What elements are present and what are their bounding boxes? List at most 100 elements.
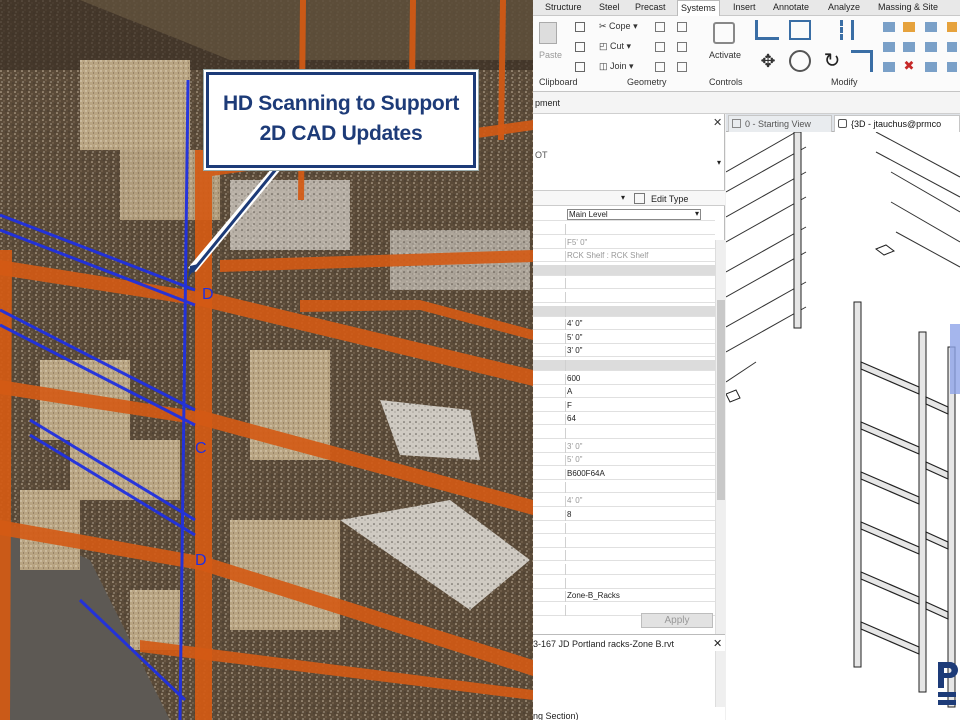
geometry-tool-icon-4[interactable] [677, 22, 687, 32]
copy-element-icon[interactable] [789, 50, 811, 72]
property-value: RCK Shelf : RCK Shelf [567, 251, 649, 261]
property-label-cell [533, 278, 566, 290]
view-tool-icon[interactable] [947, 22, 957, 32]
property-row[interactable]: A [533, 387, 715, 399]
move-icon[interactable]: ✥ [757, 50, 779, 72]
offset-icon[interactable] [789, 20, 811, 40]
properties-panel: ✕ OT ▾ ▾ Edit Type Main Level ▾ F5' 0" RC… [533, 114, 725, 720]
dimension-icon[interactable] [925, 42, 937, 52]
unpin-icon[interactable] [903, 42, 915, 52]
trim-icon[interactable] [851, 50, 873, 72]
type-selector-text[interactable]: OT [535, 150, 548, 160]
property-row[interactable] [533, 428, 715, 439]
property-row[interactable] [533, 224, 715, 235]
property-row[interactable]: 4' 0" [533, 496, 715, 507]
level-select[interactable]: Main Level ▾ [567, 209, 701, 220]
activate-icon[interactable] [713, 22, 735, 44]
property-row[interactable] [533, 536, 715, 548]
delete-icon[interactable]: ✖ [903, 59, 915, 72]
property-row[interactable]: 5' 0" [533, 332, 715, 344]
property-row[interactable]: 3' 0" [533, 441, 715, 453]
property-row[interactable] [533, 482, 715, 494]
pin-icon[interactable] [903, 22, 915, 32]
property-row[interactable] [533, 523, 715, 535]
tab-starting-view[interactable]: 0 - Starting View [728, 115, 832, 132]
geometry-tool-icon-2[interactable] [655, 42, 665, 52]
property-row[interactable] [533, 264, 715, 276]
rack-label-d-lower: D [195, 552, 207, 569]
project-file-name: 3-167 JD Portland racks-Zone B.rvt [533, 639, 675, 649]
level-dropdown-icon[interactable]: ▾ [695, 209, 699, 218]
create-icon[interactable] [925, 62, 937, 72]
paste-icon[interactable] [539, 22, 557, 44]
view-tool-icon-2[interactable] [947, 42, 957, 52]
tab-structure[interactable]: Structure [545, 2, 582, 12]
property-value: A [567, 387, 573, 397]
browser-scrollbar[interactable] [715, 651, 725, 707]
paste-button[interactable]: Paste [539, 50, 562, 60]
cut-button[interactable]: ◰ Cut ▾ [599, 41, 631, 52]
mirror-icon[interactable] [821, 20, 843, 40]
property-row[interactable]: F [533, 400, 715, 412]
property-row[interactable] [533, 360, 715, 371]
callout-line-2: 2D CAD Updates [259, 122, 423, 145]
type-selector-dropdown-icon[interactable]: ▾ [717, 158, 721, 167]
property-row[interactable]: Zone-B_Racks [533, 591, 715, 603]
property-row[interactable] [533, 564, 715, 575]
property-label-cell [533, 536, 566, 548]
join-button[interactable]: ◫ Join ▾ [599, 61, 634, 72]
match-type-icon[interactable] [575, 62, 585, 72]
align-icon[interactable] [755, 20, 779, 40]
array-icon[interactable] [883, 62, 895, 72]
geometry-tool-icon-3[interactable] [655, 62, 665, 72]
rack-label-c: C [195, 440, 207, 457]
property-row[interactable] [533, 305, 715, 317]
property-row[interactable]: 600 [533, 373, 715, 385]
property-row[interactable]: F5' 0" [533, 237, 715, 249]
level-row: Main Level ▾ [533, 208, 715, 221]
properties-close-icon[interactable]: ✕ [713, 116, 722, 129]
tab-precast[interactable]: Precast [635, 2, 666, 12]
tab-massing-site[interactable]: Massing & Site [878, 2, 938, 12]
browser-close-icon[interactable]: ✕ [713, 637, 722, 650]
cut-clip-icon[interactable] [575, 42, 585, 52]
view-tool-icon-3[interactable] [947, 62, 957, 72]
property-row[interactable]: 4' 0" [533, 319, 715, 331]
property-row[interactable]: 8 [533, 509, 715, 521]
tab-insert[interactable]: Insert [733, 2, 756, 12]
geometry-tool-icon-5[interactable] [677, 42, 687, 52]
measure-icon[interactable] [925, 22, 937, 32]
property-row[interactable]: 3' 0" [533, 346, 715, 358]
property-row[interactable] [533, 292, 715, 303]
split-icon[interactable] [883, 22, 895, 32]
property-row[interactable]: 64 [533, 414, 715, 426]
tab-steel[interactable]: Steel [599, 2, 620, 12]
tab-systems[interactable]: Systems [677, 0, 720, 16]
browser-item-section[interactable]: ng Section) [533, 711, 579, 720]
property-row[interactable] [533, 278, 715, 290]
property-row[interactable]: B600F64A [533, 468, 715, 480]
cope-label: Cope [609, 21, 631, 31]
rotate-icon[interactable]: ↻ [821, 50, 843, 72]
tab-annotate[interactable]: Annotate [773, 2, 809, 12]
geometry-tool-icon-6[interactable] [677, 62, 687, 72]
tab-3d-view[interactable]: {3D - jtauchus@prmco [834, 115, 960, 132]
copy-icon[interactable] [575, 22, 585, 32]
3d-view-area[interactable]: 0 - Starting View {3D - jtauchus@prmco [726, 114, 960, 720]
property-row[interactable] [533, 550, 715, 562]
property-row[interactable]: 5' 0" [533, 455, 715, 467]
edit-type-button[interactable]: Edit Type [651, 194, 688, 204]
edit-type-icon[interactable] [634, 193, 645, 204]
geometry-tool-icon-1[interactable] [655, 22, 665, 32]
mirror-draw-icon[interactable] [851, 20, 873, 40]
property-value: 64 [567, 414, 576, 424]
activate-button[interactable]: Activate [709, 50, 741, 60]
instance-filter-dropdown-icon[interactable]: ▾ [621, 193, 625, 202]
property-row[interactable] [533, 577, 715, 589]
property-row[interactable]: RCK Shelf : RCK Shelf [533, 251, 715, 263]
tab-analyze[interactable]: Analyze [828, 2, 860, 12]
scale-icon[interactable] [883, 42, 895, 52]
apply-button[interactable]: Apply [641, 613, 713, 628]
properties-scroll-thumb[interactable] [717, 300, 725, 500]
cope-button[interactable]: ✂ Cope ▾ [599, 21, 638, 32]
